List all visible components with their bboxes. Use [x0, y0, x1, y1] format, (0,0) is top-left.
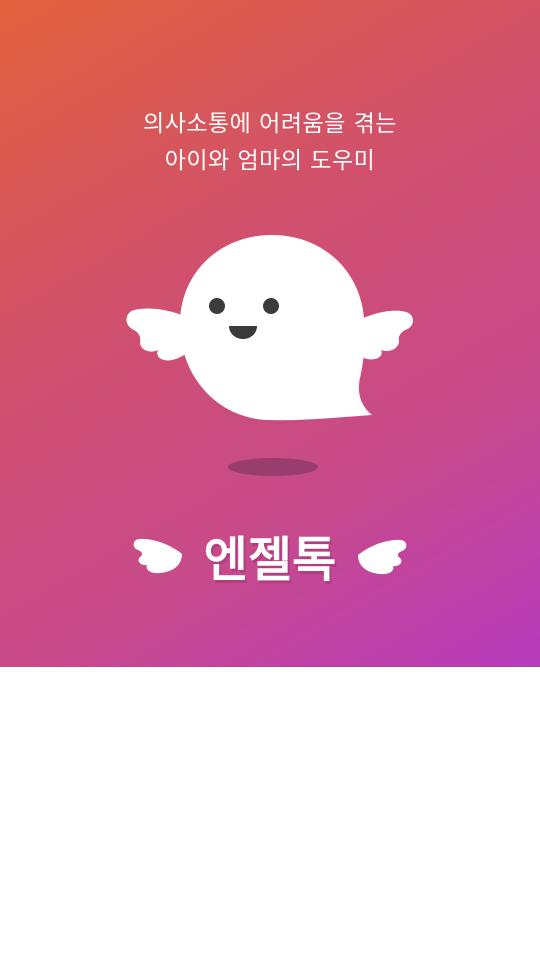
ghost-shadow — [228, 458, 318, 476]
ghost-right-eye — [263, 298, 279, 314]
ghost-left-eye — [209, 298, 225, 314]
bottom-blank-area — [0, 667, 540, 960]
left-wing-icon — [133, 538, 182, 574]
splash-screen: 의사소통에 어려움을 겪는 아이와 엄마의 도우미 엔젤톡 — [0, 0, 540, 667]
app-name: 엔젤톡 — [203, 532, 337, 588]
right-wing-icon — [358, 539, 407, 575]
ghost-body — [179, 235, 372, 421]
